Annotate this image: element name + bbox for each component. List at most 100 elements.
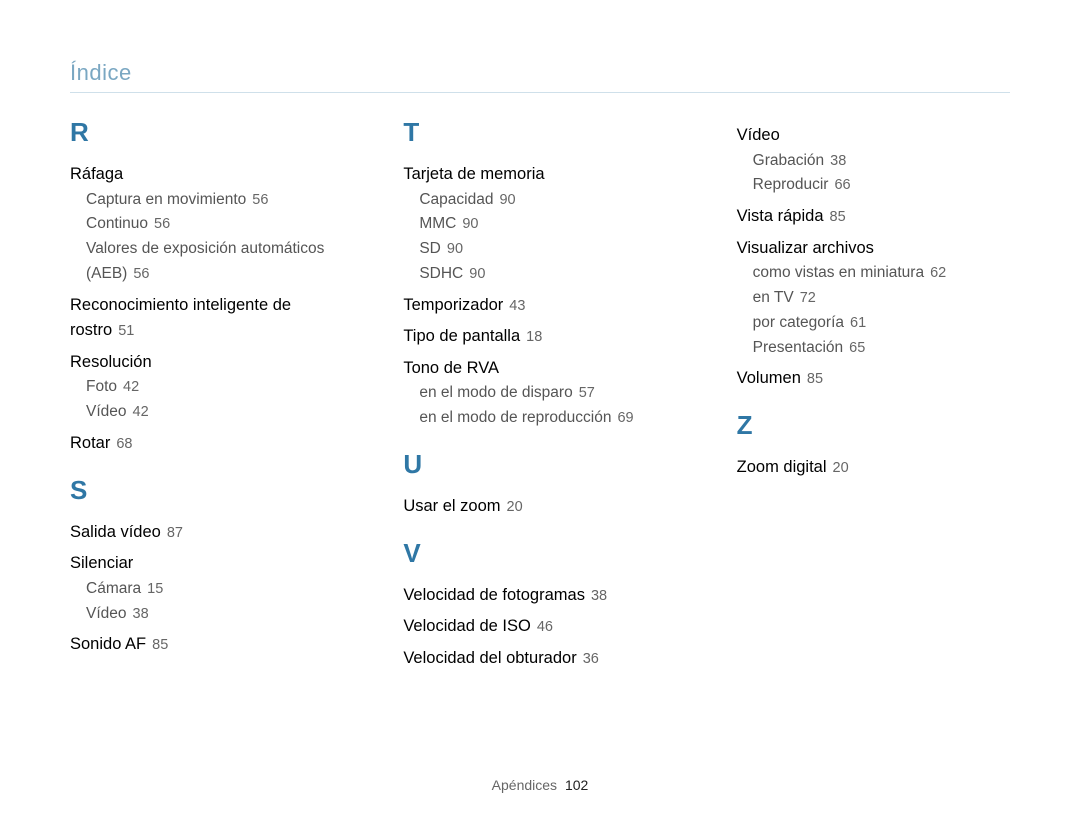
index-entry-term: Volumen — [737, 369, 801, 387]
index-column: TTarjeta de memoriaCapacidad90MMC90SD90S… — [403, 117, 676, 671]
page-title: Índice — [70, 60, 1010, 93]
index-subentry-label: Cámara — [86, 580, 141, 597]
index-entry-term: Salida vídeo — [70, 523, 161, 541]
index-subentry-label: MMC — [419, 215, 456, 232]
index-subentry-label: como vistas en miniatura — [753, 264, 924, 281]
index-subentry-page: 56 — [252, 192, 268, 208]
index-entry: Silenciar — [70, 551, 343, 577]
index-subentry: Presentación 65 — [753, 336, 1010, 361]
index-subentry-label: Foto — [86, 378, 117, 395]
index-subentry: Cámara 15 — [86, 577, 343, 602]
index-entry-term: Vídeo — [737, 126, 780, 144]
index-subentry-page: 42 — [123, 379, 139, 395]
index-entry-term: Silenciar — [70, 554, 133, 572]
index-entry-term: Sonido AF — [70, 635, 146, 653]
index-subentry-label: Continuo — [86, 215, 148, 232]
index-entry-term: Reconocimiento inteligente de rostro — [70, 296, 291, 340]
index-subentry-page: 62 — [930, 265, 946, 281]
index-entry-term: Vista rápida — [737, 207, 824, 225]
index-entry-page: 85 — [152, 637, 168, 653]
index-entry: Resolución — [70, 350, 343, 376]
index-entry-page: 20 — [507, 499, 523, 515]
index-entry: Velocidad de ISO 46 — [403, 614, 676, 640]
index-entry: Tono de RVA — [403, 356, 676, 382]
index-letter-heading: S — [70, 475, 343, 506]
index-entry: Vista rápida85 — [737, 204, 1010, 230]
index-subentry-label: por categoría — [753, 314, 844, 331]
index-subentry-page: 72 — [800, 290, 816, 306]
index-subentry-page: 65 — [849, 340, 865, 356]
index-subentry: Reproducir66 — [753, 173, 1010, 198]
footer-section: Apéndices — [492, 777, 557, 793]
index-letter-heading: U — [403, 449, 676, 480]
index-entry: Volumen85 — [737, 366, 1010, 392]
index-subentry: Captura en movimiento 56 — [86, 188, 343, 213]
index-entry-page: 20 — [833, 460, 849, 476]
index-subentry-label: Grabación — [753, 152, 825, 169]
index-entry-term: Rotar — [70, 434, 110, 452]
index-subentry-label: en el modo de reproducción — [419, 409, 611, 426]
index-entry: Visualizar archivos — [737, 236, 1010, 262]
index-entry: Velocidad de fotogramas38 — [403, 583, 676, 609]
index-letter-heading: Z — [737, 410, 1010, 441]
index-entry-term: Temporizador — [403, 296, 503, 314]
index-entry-page: 18 — [526, 329, 542, 345]
index-entry: Sonido AF 85 — [70, 632, 343, 658]
index-column: RRáfagaCaptura en movimiento56Continuo56… — [70, 117, 343, 671]
index-subentry-label: Capacidad — [419, 191, 493, 208]
index-subentry: por categoría61 — [753, 311, 1010, 336]
index-subentry-label: SD — [419, 240, 441, 257]
index-subentry-page: 90 — [499, 192, 515, 208]
index-subentry-label: Captura en movimiento — [86, 191, 246, 208]
index-subentry-label: Presentación — [753, 339, 843, 356]
index-entry: Salida vídeo 87 — [70, 520, 343, 546]
index-subentry-label: en TV — [753, 289, 794, 306]
index-subentry-page: 57 — [579, 385, 595, 401]
index-entry: Temporizador 43 — [403, 293, 676, 319]
index-subentry-label: Reproducir — [753, 176, 829, 193]
index-entry-page: 46 — [537, 619, 553, 635]
index-subentry-label: Valores de exposición automáticos (AEB) — [86, 240, 324, 282]
index-entry-term: Resolución — [70, 353, 152, 371]
index-entry: Velocidad del obturador 36 — [403, 646, 676, 672]
index-entry-page: 36 — [583, 651, 599, 667]
index-subentry-page: 42 — [133, 404, 149, 420]
index-entry-term: Tarjeta de memoria — [403, 165, 544, 183]
index-subentry: en el modo de reproducción 69 — [419, 406, 676, 431]
index-subentry-page: 15 — [147, 581, 163, 597]
index-subentry: Vídeo38 — [86, 602, 343, 627]
index-entry: Tipo de pantalla18 — [403, 324, 676, 350]
index-entry-term: Usar el zoom — [403, 497, 500, 515]
index-entry-page: 51 — [118, 323, 134, 339]
index-subentry-page: 90 — [462, 216, 478, 232]
index-subentry-page: 90 — [469, 266, 485, 282]
index-subentry-page: 69 — [617, 410, 633, 426]
index-entry-term: Zoom digital — [737, 458, 827, 476]
index-entry-term: Velocidad de fotogramas — [403, 586, 585, 604]
index-subentry: SD 90 — [419, 237, 676, 262]
index-entry: Tarjeta de memoria — [403, 162, 676, 188]
index-entry-page: 87 — [167, 525, 183, 541]
index-subentry: en TV 72 — [753, 286, 1010, 311]
index-entry: Usar el zoom 20 — [403, 494, 676, 520]
index-entry: Rotar 68 — [70, 431, 343, 457]
index-entry-term: Velocidad del obturador — [403, 649, 576, 667]
index-subentry-page: 56 — [154, 216, 170, 232]
index-subentry-page: 38 — [830, 153, 846, 169]
index-letter-heading: V — [403, 538, 676, 569]
index-subentry-page: 90 — [447, 241, 463, 257]
index-subentry: Grabación 38 — [753, 149, 1010, 174]
index-entry: Ráfaga — [70, 162, 343, 188]
index-subentry: MMC 90 — [419, 212, 676, 237]
index-entry-page: 43 — [509, 298, 525, 314]
index-entry-term: Velocidad de ISO — [403, 617, 531, 635]
index-columns: RRáfagaCaptura en movimiento56Continuo56… — [70, 117, 1010, 671]
index-entry-term: Ráfaga — [70, 165, 123, 183]
index-entry: Vídeo — [737, 123, 1010, 149]
index-column: Vídeo Grabación 38 Reproducir66 Vista rápida… — [737, 117, 1010, 671]
index-entry-page: 68 — [116, 436, 132, 452]
index-entry: Zoom digital 20 — [737, 455, 1010, 481]
index-subentry: Vídeo42 — [86, 400, 343, 425]
index-letter-heading: T — [403, 117, 676, 148]
index-subentry: Valores de exposición automáticos (AEB)5… — [86, 237, 343, 287]
